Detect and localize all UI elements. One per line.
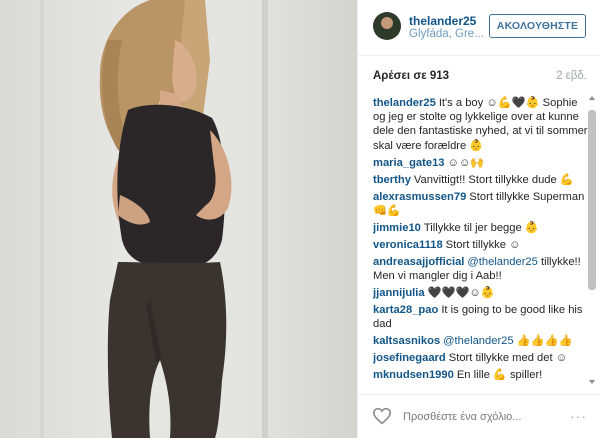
comments-scrollbar[interactable] [587,96,597,390]
comment-username[interactable]: andreasajjofficial [373,256,464,268]
post-footer: ··· [358,394,600,438]
comment-username[interactable]: tberthy [373,174,411,186]
post-timestamp[interactable]: 2 εβδ. [556,70,587,82]
comment-username[interactable]: jimmie10 [373,222,421,234]
comments-list: thelander25 It's a boy ☺💪🖤👶 Sophie og jeg… [373,96,588,386]
comment-username[interactable]: josefinegaard [373,352,446,364]
heart-outline-icon[interactable] [372,407,392,425]
add-comment-input[interactable] [403,408,563,426]
comment-username[interactable]: maria_gate13 [373,157,445,169]
comment-text: En lille 💪 spiller! [456,369,543,382]
comment-username[interactable]: jjannijulia [373,287,425,299]
comment: kaltsasnikos @thelander25 👍👍👍👍 [373,334,588,348]
comment: maria_gate13 ☺☺🙌 [373,156,588,170]
more-options-icon[interactable]: ··· [570,408,587,424]
comment-username[interactable]: kaltsasnikos [373,335,440,347]
scroll-thumb[interactable] [588,110,596,290]
comment-caption: thelander25 It's a boy ☺💪🖤👶 Sophie og jeg… [373,96,588,153]
comment-text: ☺☺🙌 [447,156,485,169]
comment-text: 👍👍👍👍 [516,335,573,348]
comment: tberthy Vanvittigt!! Stort tillykke dude … [373,173,588,187]
scroll-up-arrow-icon[interactable] [589,96,595,100]
comment-text: 🖤🖤🖤☺👶 [427,287,495,300]
comment-mention[interactable]: @thelander25 [467,256,537,268]
comment: karta28_pao It is going to be good like h… [373,303,588,331]
comment: veronica1118 Stort tillykke ☺ [373,238,588,252]
comment-text: Stort tillykke med det ☺ [448,352,568,365]
comment: andreasajjofficial @thelander25 tillykke!… [373,255,588,283]
comment: jimmie10 Tillykke til jer begge 👶 [373,221,588,235]
post-location[interactable]: Glyfáda, Gre... [409,28,484,40]
comment-username[interactable]: mknudsen1990 [373,369,454,381]
comment: jjannijulia 🖤🖤🖤☺👶 [373,286,588,300]
comment-text: Tillykke til jer begge 👶 [423,221,539,234]
comment-text: Vanvittigt!! Stort tillykke dude 💪 [413,173,574,186]
comment-username[interactable]: alexrasmussen79 [373,191,466,203]
comment-username[interactable]: veronica1118 [373,239,443,251]
comment-username[interactable]: thelander25 [373,97,436,109]
comment-text: Stort tillykke ☺ [445,238,521,251]
comment: josefinegaard Stort tillykke med det ☺ [373,351,588,365]
comment-mention[interactable]: @thelander25 [443,335,513,347]
scroll-down-arrow-icon[interactable] [589,380,595,384]
post-photo[interactable] [0,0,357,438]
avatar[interactable] [373,12,401,40]
comment: mknudsen1990 En lille 💪 spiller! [373,368,588,382]
woman-figure-illustration [99,0,232,438]
post-details-panel: thelander25 Glyfáda, Gre... ΑΚΟΛΟΥΘΗΣΤΕ … [357,0,600,438]
comment: alexrasmussen79 Stort tillykke Superman 👊… [373,190,588,218]
post-stats: Αρέσει σε 913 2 εβδ. [358,56,600,92]
follow-button[interactable]: ΑΚΟΛΟΥΘΗΣΤΕ [489,14,586,38]
post-author-username[interactable]: thelander25 [409,14,476,28]
comment-username[interactable]: karta28_pao [373,304,438,316]
post-header: thelander25 Glyfáda, Gre... ΑΚΟΛΟΥΘΗΣΤΕ [358,0,600,56]
likes-count[interactable]: Αρέσει σε 913 [373,70,449,82]
